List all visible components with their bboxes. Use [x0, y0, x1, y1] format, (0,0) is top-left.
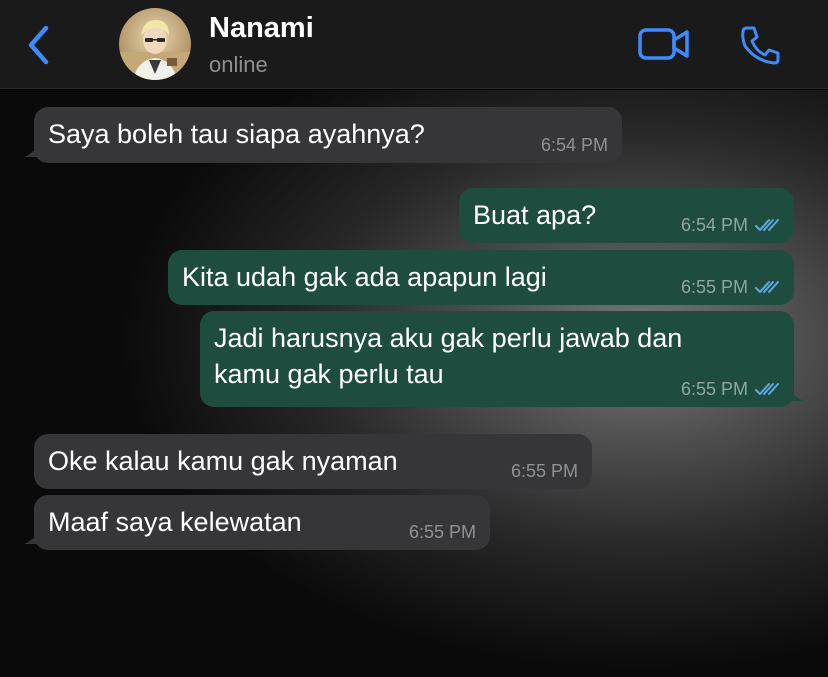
message-text: Buat apa? [473, 200, 597, 230]
message-time: 6:55 PM [510, 461, 578, 481]
contact-status: online [209, 52, 268, 77]
outgoing-message[interactable]: Kita udah gak ada apapun lagi 6:55 PM [168, 250, 794, 305]
incoming-message[interactable]: Saya boleh tau siapa ayahnya? 6:54 PM [24, 107, 622, 163]
message-time: 6:54 PM [680, 215, 748, 235]
message-text: Maaf saya kelewatan [48, 507, 302, 537]
back-button[interactable] [22, 22, 56, 68]
read-ticks-icon [755, 281, 779, 293]
chevron-left-icon [28, 25, 49, 65]
message-meta: 6:54 PM [541, 135, 608, 155]
outgoing-message[interactable]: Jadi harusnya aku gak perlu jawab dan ka… [200, 311, 804, 407]
message-meta: 6:55 PM [511, 461, 578, 481]
read-ticks-icon [755, 383, 779, 395]
video-call-button[interactable] [636, 23, 692, 65]
message-text: Oke kalau kamu gak nyaman [48, 446, 398, 476]
message-time: 6:55 PM [680, 379, 748, 399]
chat-area[interactable]: Saya boleh tau siapa ayahnya? 6:54 PM Bu… [0, 90, 828, 677]
message-meta: 6:55 PM [409, 522, 476, 542]
message-time: 6:54 PM [540, 135, 608, 155]
read-ticks-icon [755, 219, 779, 231]
incoming-message[interactable]: Oke kalau kamu gak nyaman 6:55 PM [34, 434, 592, 489]
phone-icon [741, 26, 780, 65]
message-time: 6:55 PM [680, 277, 748, 297]
message-text: Kita udah gak ada apapun lagi [182, 262, 547, 292]
message-time: 6:55 PM [408, 522, 476, 542]
video-camera-icon [638, 28, 689, 60]
incoming-message[interactable]: Maaf saya kelewatan 6:55 PM [24, 495, 490, 550]
message-text: Jadi harusnya aku gak perlu jawab dan ka… [214, 323, 683, 389]
avatar[interactable] [119, 8, 191, 80]
contact-name[interactable]: Nanami [209, 12, 314, 45]
message-meta: 6:54 PM [681, 215, 780, 235]
message-meta: 6:55 PM [681, 277, 780, 297]
outgoing-message[interactable]: Buat apa? 6:54 PM [459, 188, 794, 243]
voice-call-button[interactable] [738, 24, 782, 66]
message-meta: 6:55 PM [681, 379, 780, 399]
chat-header: Nanami online [0, 0, 828, 89]
message-text: Saya boleh tau siapa ayahnya? [48, 119, 425, 149]
